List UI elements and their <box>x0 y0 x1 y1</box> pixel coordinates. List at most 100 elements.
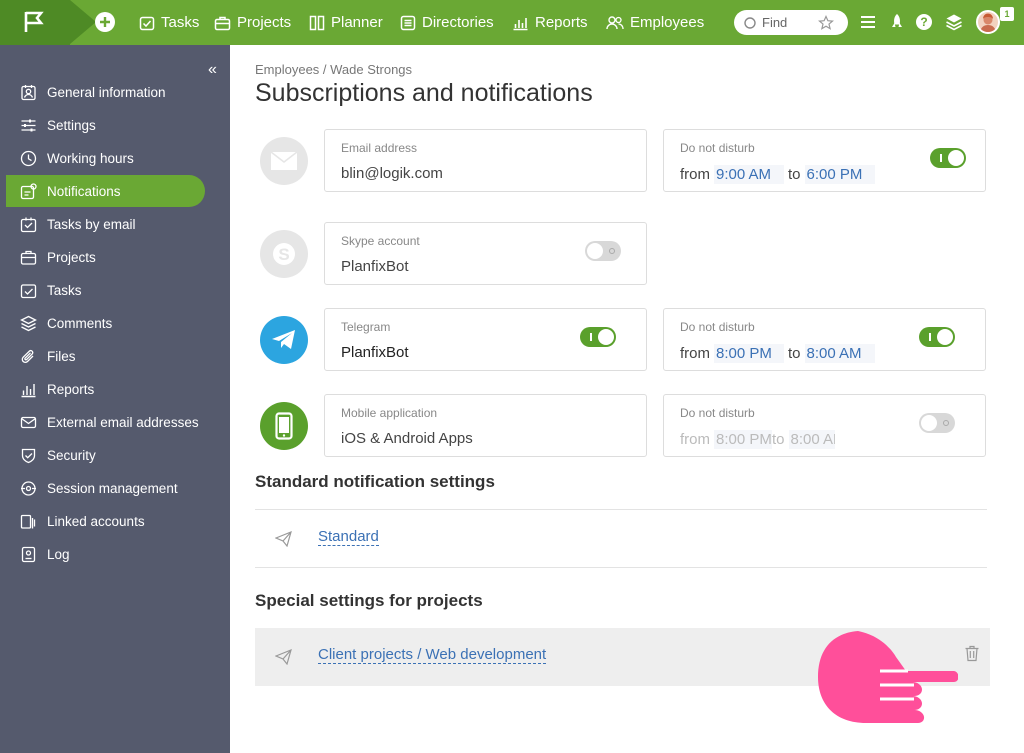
sidebar-item-comments[interactable]: Comments <box>6 307 205 339</box>
mobile-dnd-toggle[interactable] <box>919 413 955 433</box>
nav-directories[interactable]: Directories <box>400 0 494 45</box>
email-dnd-card: Do not disturb from 9:00 AM to 6:00 PM <box>663 129 986 192</box>
sidebar-item-tasks-by-email[interactable]: Tasks by email <box>6 208 205 240</box>
sidebar-item-label: Files <box>47 348 76 364</box>
email-value[interactable]: blin@logik.com <box>341 165 443 182</box>
sidebar-item-label: Log <box>47 546 70 562</box>
sidebar-item-label: Tasks by email <box>47 216 136 232</box>
telegram-card[interactable]: Telegram PlanfixBot <box>324 308 647 371</box>
nav-label: Directories <box>422 14 494 31</box>
nav-reports[interactable]: Reports <box>512 0 588 45</box>
task-check-icon <box>20 283 37 298</box>
search-placeholder: Find <box>762 15 788 30</box>
sidebar-item-label: Session management <box>47 480 178 496</box>
nav-label: Reports <box>535 14 588 31</box>
clock-icon <box>20 150 37 166</box>
smartphone-icon <box>275 412 293 440</box>
help-icon[interactable]: ? <box>916 14 932 30</box>
mobile-card[interactable]: Mobile application iOS & Android Apps <box>324 394 647 457</box>
from-word: from <box>680 431 710 448</box>
skype-label: Skype account <box>341 234 420 248</box>
standard-settings-link[interactable]: Standard <box>318 529 379 546</box>
dnd-to-input: 8:00 AM <box>788 430 835 449</box>
add-button[interactable] <box>95 12 115 32</box>
dnd-to-input[interactable]: 6:00 PM <box>804 165 875 184</box>
telegram-toggle[interactable] <box>580 327 616 347</box>
sidebar-item-files[interactable]: Files <box>6 340 205 372</box>
collapse-sidebar-icon[interactable]: « <box>208 61 217 79</box>
sidebar-item-notifications[interactable]: Notifications <box>6 175 205 207</box>
logo[interactable] <box>0 0 70 45</box>
layers-icon[interactable] <box>945 13 963 31</box>
mobile-channel-icon <box>260 402 308 450</box>
breadcrumb[interactable]: Employees / Wade Strongs <box>255 62 412 77</box>
email-card[interactable]: Email address blin@logik.com <box>324 129 647 192</box>
profile-icon <box>21 84 36 100</box>
sidebar-item-settings[interactable]: Settings <box>6 109 205 141</box>
standard-settings-row[interactable]: Standard <box>255 510 987 568</box>
dnd-label: Do not disturb <box>680 141 755 155</box>
page-title: Subscriptions and notifications <box>255 79 593 107</box>
nav-label: Tasks <box>161 14 200 31</box>
planner-icon <box>309 15 325 30</box>
nav-employees[interactable]: Employees <box>606 0 704 45</box>
sidebar-item-security[interactable]: Security <box>6 439 205 471</box>
projects-icon <box>214 16 231 30</box>
sidebar-item-linked-accounts[interactable]: Linked accounts <box>6 505 205 537</box>
mobile-dnd-card: Do not disturb from 8:00 PM to 8:00 AM <box>663 394 986 457</box>
telegram-value[interactable]: PlanfixBot <box>341 344 409 361</box>
mail-icon <box>20 416 37 428</box>
telegram-channel-icon <box>260 316 308 364</box>
sidebar-item-label: Comments <box>47 315 113 331</box>
paper-plane-icon <box>275 531 292 547</box>
sidebar-item-reports[interactable]: Reports <box>6 373 205 405</box>
sidebar-item-label: Projects <box>47 249 96 265</box>
star-icon[interactable] <box>818 15 834 31</box>
sidebar-item-label: Working hours <box>47 150 134 166</box>
sliders-icon <box>21 119 36 131</box>
trash-icon[interactable] <box>964 645 980 662</box>
plus-icon <box>100 17 110 27</box>
telegram-dnd-toggle[interactable] <box>919 327 955 347</box>
sidebar-item-external-email-addresses[interactable]: External email addresses <box>6 406 205 438</box>
avatar[interactable] <box>976 10 1000 34</box>
dnd-label: Do not disturb <box>680 320 755 334</box>
reports-icon <box>513 17 528 30</box>
search-input[interactable]: Find <box>734 10 848 35</box>
dnd-to-input[interactable]: 8:00 AM <box>804 344 875 363</box>
sidebar-item-working-hours[interactable]: Working hours <box>6 142 205 174</box>
nav-planner[interactable]: Planner <box>309 0 383 45</box>
sidebar-item-projects[interactable]: Projects <box>6 241 205 273</box>
skype-card[interactable]: Skype account PlanfixBot <box>324 222 647 285</box>
project-settings-link[interactable]: Client projects / Web development <box>318 647 547 664</box>
sidebar-item-label: Linked accounts <box>47 513 145 529</box>
sidebar-item-tasks[interactable]: Tasks <box>6 274 205 306</box>
skype-toggle[interactable] <box>585 241 621 261</box>
sidebar-item-general-information[interactable]: General information <box>6 76 205 108</box>
session-icon <box>21 480 36 496</box>
sidebar-item-label: External email addresses <box>47 414 199 430</box>
dnd-range: from 9:00 AM to 6:00 PM <box>680 165 879 184</box>
shield-icon <box>21 448 36 463</box>
svg-text:S: S <box>278 245 289 264</box>
nav-label: Projects <box>237 14 292 31</box>
telegram-dnd-card: Do not disturb from 8:00 PM to 8:00 AM <box>663 308 986 371</box>
notification-badge[interactable]: 1 <box>1000 7 1014 21</box>
dnd-from-input: 8:00 PM <box>714 430 772 449</box>
sidebar-item-log[interactable]: Log <box>6 538 205 570</box>
directories-icon <box>400 15 416 30</box>
menu-icon[interactable] <box>860 15 876 29</box>
telegram-icon <box>272 330 295 349</box>
email-dnd-toggle[interactable] <box>930 148 966 168</box>
skype-icon: S <box>273 243 295 265</box>
email-task-icon <box>20 217 37 232</box>
dnd-from-input[interactable]: 9:00 AM <box>714 165 784 184</box>
nav-projects[interactable]: Projects <box>214 0 291 45</box>
skype-value[interactable]: PlanfixBot <box>341 258 409 275</box>
dnd-from-input[interactable]: 8:00 PM <box>714 344 784 363</box>
rocket-icon[interactable] <box>889 13 905 31</box>
log-icon <box>21 546 36 562</box>
nav-tasks[interactable]: Tasks <box>139 0 199 45</box>
sidebar-item-session-management[interactable]: Session management <box>6 472 205 504</box>
mobile-label: Mobile application <box>341 406 438 420</box>
